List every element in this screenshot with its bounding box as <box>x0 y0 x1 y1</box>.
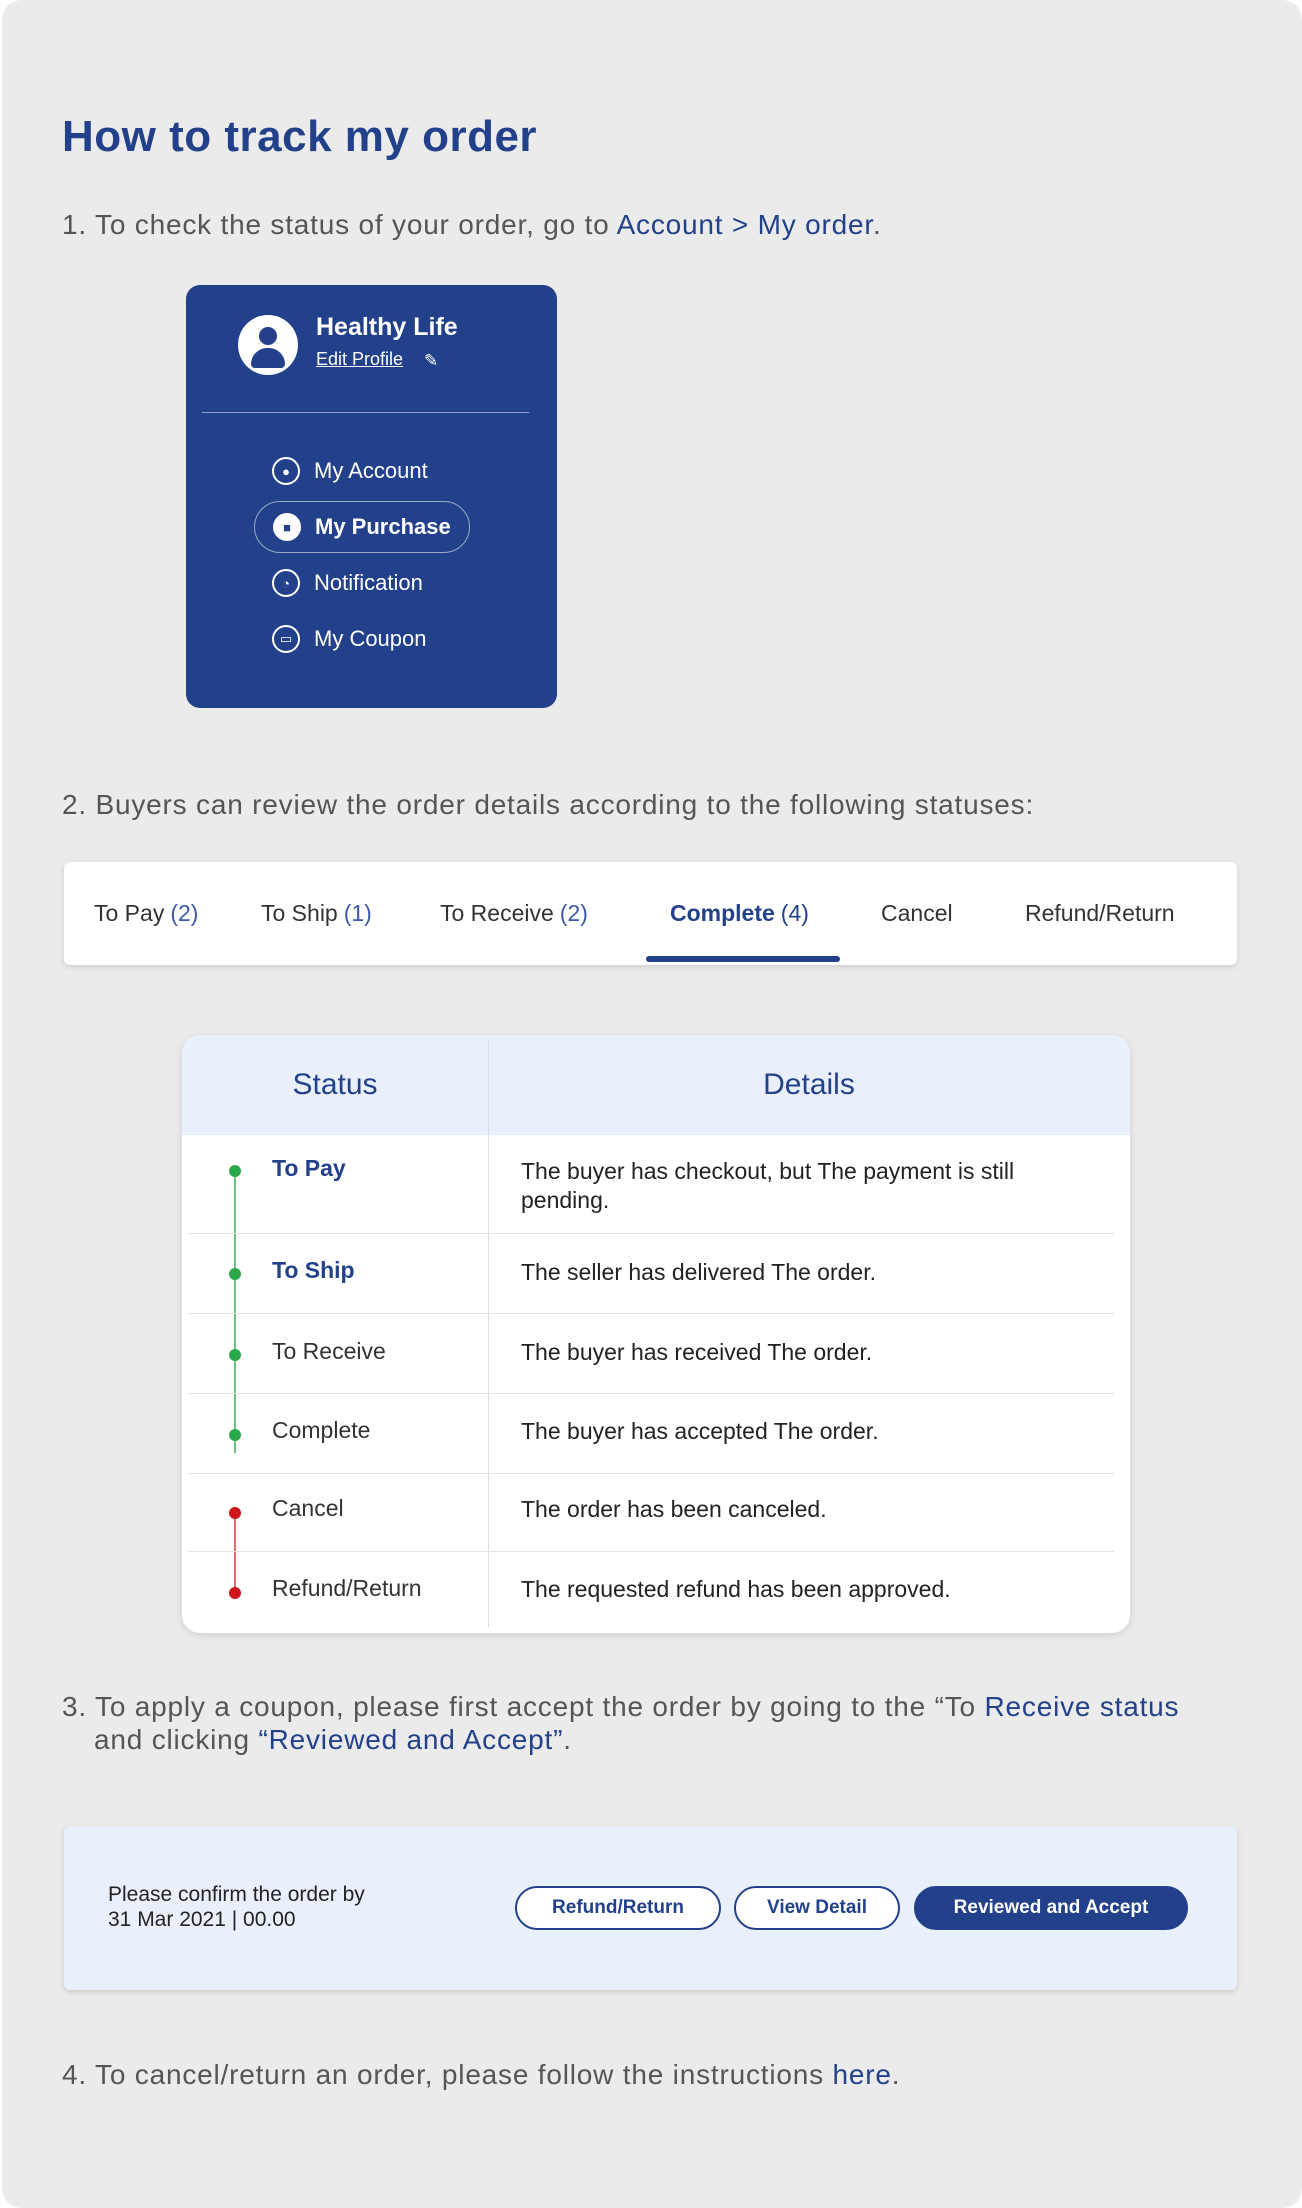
row-divider <box>188 1393 1114 1394</box>
detail-complete: The buyer has accepted The order. <box>521 1418 879 1444</box>
edit-profile-link[interactable]: Edit Profile <box>316 349 403 370</box>
step-1-suffix: . <box>872 209 882 240</box>
step-2-text: 2. Buyers can review the order details a… <box>62 789 1035 820</box>
reviewed-and-accept-link[interactable]: “Reviewed and Accept” <box>258 1724 563 1755</box>
detail-to-ship: The seller has delivered The order. <box>521 1259 876 1285</box>
status-refund-return: Refund/Return <box>272 1575 422 1601</box>
profile-name: Healthy Life <box>316 313 458 341</box>
row-divider <box>188 1473 1114 1474</box>
status-cancel: Cancel <box>272 1495 344 1521</box>
status-to-receive: To Receive <box>272 1338 386 1364</box>
tab-label: To Pay <box>94 900 165 926</box>
step-3-line2-prefix: and clicking <box>94 1724 259 1755</box>
menu-item-my-account[interactable]: ● My Account <box>254 445 446 497</box>
complete-timeline-line <box>234 1170 236 1453</box>
menu-item-notification[interactable]: ◔ Notification <box>254 557 441 609</box>
detail-to-pay: The buyer has checkout, but The payment … <box>521 1158 1015 1213</box>
details-column-header: Details <box>763 1068 855 1101</box>
tab-label: To Receive <box>440 900 554 926</box>
tab-cancel[interactable]: Cancel <box>881 862 953 965</box>
status-dot-green <box>229 1165 241 1177</box>
menu-item-my-purchase[interactable]: ■ My Purchase <box>254 501 470 553</box>
here-link[interactable]: here <box>832 2059 891 2090</box>
row-divider <box>188 1313 1114 1314</box>
page-title: How to track my order <box>62 112 538 161</box>
confirm-deadline-text: Please confirm the order by 31 Mar 2021 … <box>108 1882 365 1932</box>
detail-cancel: The order has been canceled. <box>521 1496 827 1522</box>
step-4-text: 4. To cancel/return an order, please fol… <box>62 2058 900 2091</box>
page-background: How to track my order 1. To check the st… <box>2 0 1302 2208</box>
user-icon: ● <box>272 457 300 485</box>
menu-item-label: My Account <box>314 458 428 483</box>
table-header: Status Details <box>182 1035 1130 1135</box>
step-1-text: 1. To check the status of your order, go… <box>62 208 882 241</box>
confirm-line-2: 31 Mar 2021 | 00.00 <box>108 1908 296 1931</box>
profile-divider <box>202 412 529 413</box>
reviewed-and-accept-button[interactable]: Reviewed and Accept <box>914 1886 1188 1930</box>
row-divider <box>188 1551 1114 1552</box>
status-table: Status Details To Pay The buyer has chec… <box>182 1035 1130 1633</box>
step-3-text: 3. To apply a coupon, please first accep… <box>62 1690 1262 1756</box>
step-4-suffix: . <box>891 2059 901 2090</box>
bell-icon: ◔ <box>272 569 300 597</box>
step-4-prefix: 4. To cancel/return an order, please fol… <box>62 2059 833 2090</box>
order-status-tabs: To Pay (2) To Ship (1) To Receive (2) Compl… <box>64 862 1237 965</box>
detail-refund-return: The requested refund has been approved. <box>521 1576 951 1602</box>
view-detail-button[interactable]: View Detail <box>734 1886 900 1930</box>
profile-menu-card: Healthy Life Edit Profile ✎ ● My Account… <box>186 285 557 708</box>
active-tab-indicator <box>646 956 840 962</box>
tab-to-ship[interactable]: To Ship (1) <box>261 862 372 965</box>
pencil-icon[interactable]: ✎ <box>424 351 438 371</box>
status-to-pay: To Pay <box>272 1155 346 1181</box>
status-complete: Complete <box>272 1417 371 1443</box>
status-dot-green <box>229 1349 241 1361</box>
coupon-icon: ▭ <box>272 625 300 653</box>
tab-count: (4) <box>780 900 809 926</box>
tab-count: (1) <box>343 900 372 926</box>
account-my-order-link[interactable]: Account > My order <box>617 209 873 240</box>
menu-item-my-coupon[interactable]: ▭ My Coupon <box>254 613 445 665</box>
step-1-prefix: 1. To check the status of your order, go… <box>62 209 617 240</box>
tab-to-receive[interactable]: To Receive (2) <box>440 862 588 965</box>
tab-count: (2) <box>559 900 588 926</box>
tab-label: Complete <box>670 900 775 926</box>
status-column-header: Status <box>292 1068 378 1101</box>
status-dot-green <box>229 1268 241 1280</box>
step-3-suffix: . <box>563 1724 572 1755</box>
tab-complete[interactable]: Complete (4) <box>670 862 809 965</box>
status-dot-red <box>229 1507 241 1519</box>
tab-to-pay[interactable]: To Pay (2) <box>94 862 198 965</box>
menu-item-label: My Coupon <box>314 626 427 651</box>
menu-item-label: Notification <box>314 570 423 595</box>
receive-status-link[interactable]: Receive status <box>985 1691 1180 1722</box>
bag-icon: ■ <box>273 513 301 541</box>
tab-refund-return[interactable]: Refund/Return <box>1025 862 1175 965</box>
tab-label: Refund/Return <box>1025 900 1175 926</box>
tab-count: (2) <box>170 900 199 926</box>
status-dot-green <box>229 1429 241 1441</box>
status-to-ship: To Ship <box>272 1257 355 1283</box>
avatar-icon <box>238 315 298 375</box>
refund-return-button[interactable]: Refund/Return <box>515 1886 721 1930</box>
step-3-prefix: 3. To apply a coupon, please first accep… <box>62 1691 985 1722</box>
confirm-line-1: Please confirm the order by <box>108 1883 365 1906</box>
cancel-timeline-line <box>234 1513 236 1592</box>
order-confirm-card: Please confirm the order by 31 Mar 2021 … <box>64 1826 1237 1990</box>
detail-to-receive: The buyer has received The order. <box>521 1339 873 1365</box>
tab-label: To Ship <box>261 900 338 926</box>
row-divider <box>188 1233 1114 1234</box>
tab-label: Cancel <box>881 900 953 926</box>
column-divider <box>488 1039 489 1627</box>
status-dot-red <box>229 1587 241 1599</box>
menu-item-label: My Purchase <box>315 514 451 539</box>
